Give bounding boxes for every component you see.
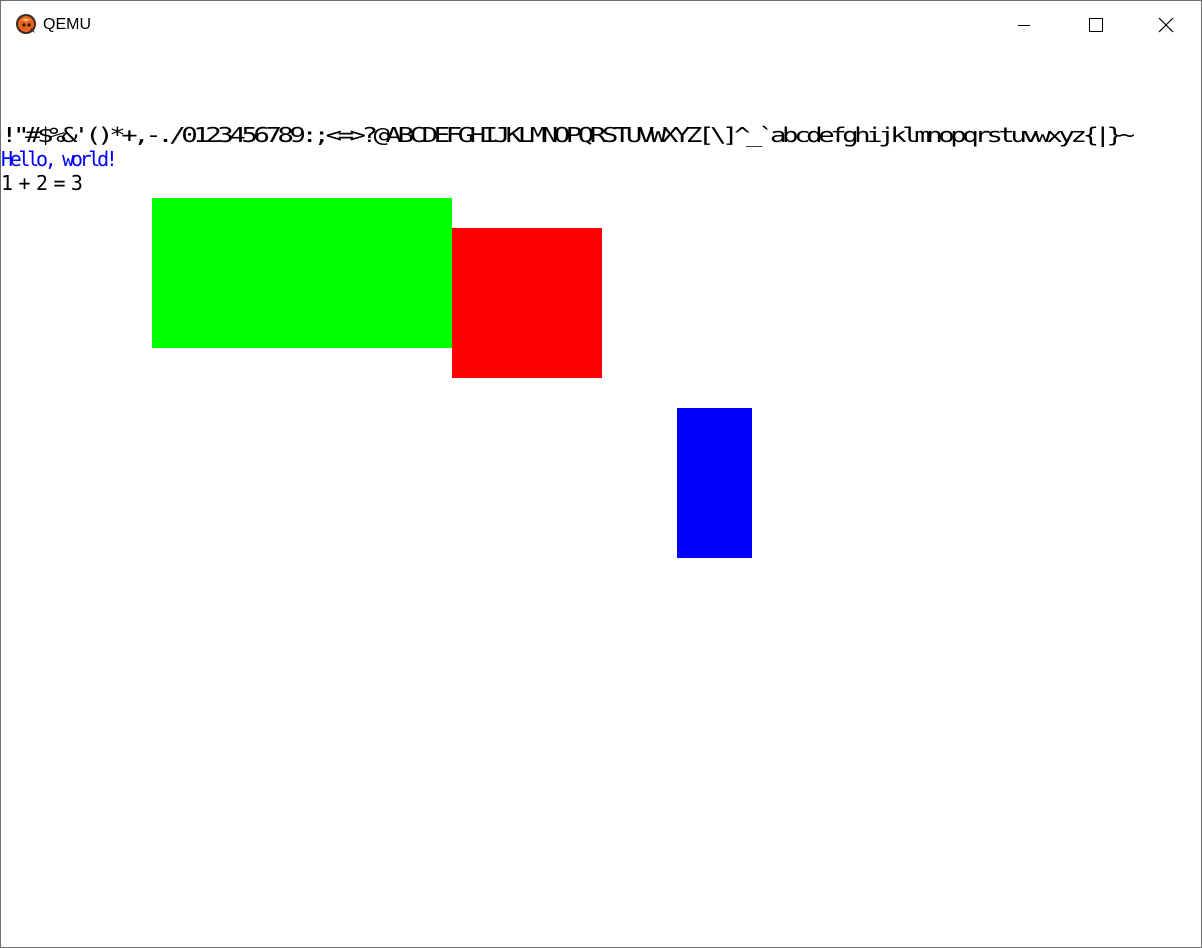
red-rectangle <box>452 228 602 378</box>
guest-display[interactable]: !"#$%&'()*+,-./0123456789:;<=>?@ABCDEFGH… <box>1 48 1201 947</box>
qemu-logo-icon <box>16 14 36 34</box>
charset-test-line: !"#$%&'()*+,-./0123456789:;<=>?@ABCDEFGH… <box>1 123 1135 147</box>
window-title: QEMU <box>43 16 91 33</box>
minimize-button[interactable] <box>989 1 1059 48</box>
maximize-icon <box>1089 17 1103 32</box>
green-rectangle <box>152 198 452 348</box>
math-output-line: 1 + 2 = 3 <box>1 171 83 195</box>
hello-world-line: Hello, world! <box>1 147 118 171</box>
maximize-button[interactable] <box>1061 1 1131 48</box>
qemu-window: QEMU !"#$%&'()*+,-./0123456789:;<=>?@ABC… <box>0 0 1202 948</box>
close-icon <box>1158 17 1174 32</box>
blue-rectangle <box>677 408 752 558</box>
close-button[interactable] <box>1131 1 1201 48</box>
title-bar[interactable]: QEMU <box>1 1 1201 48</box>
minimize-icon <box>1018 24 1030 26</box>
